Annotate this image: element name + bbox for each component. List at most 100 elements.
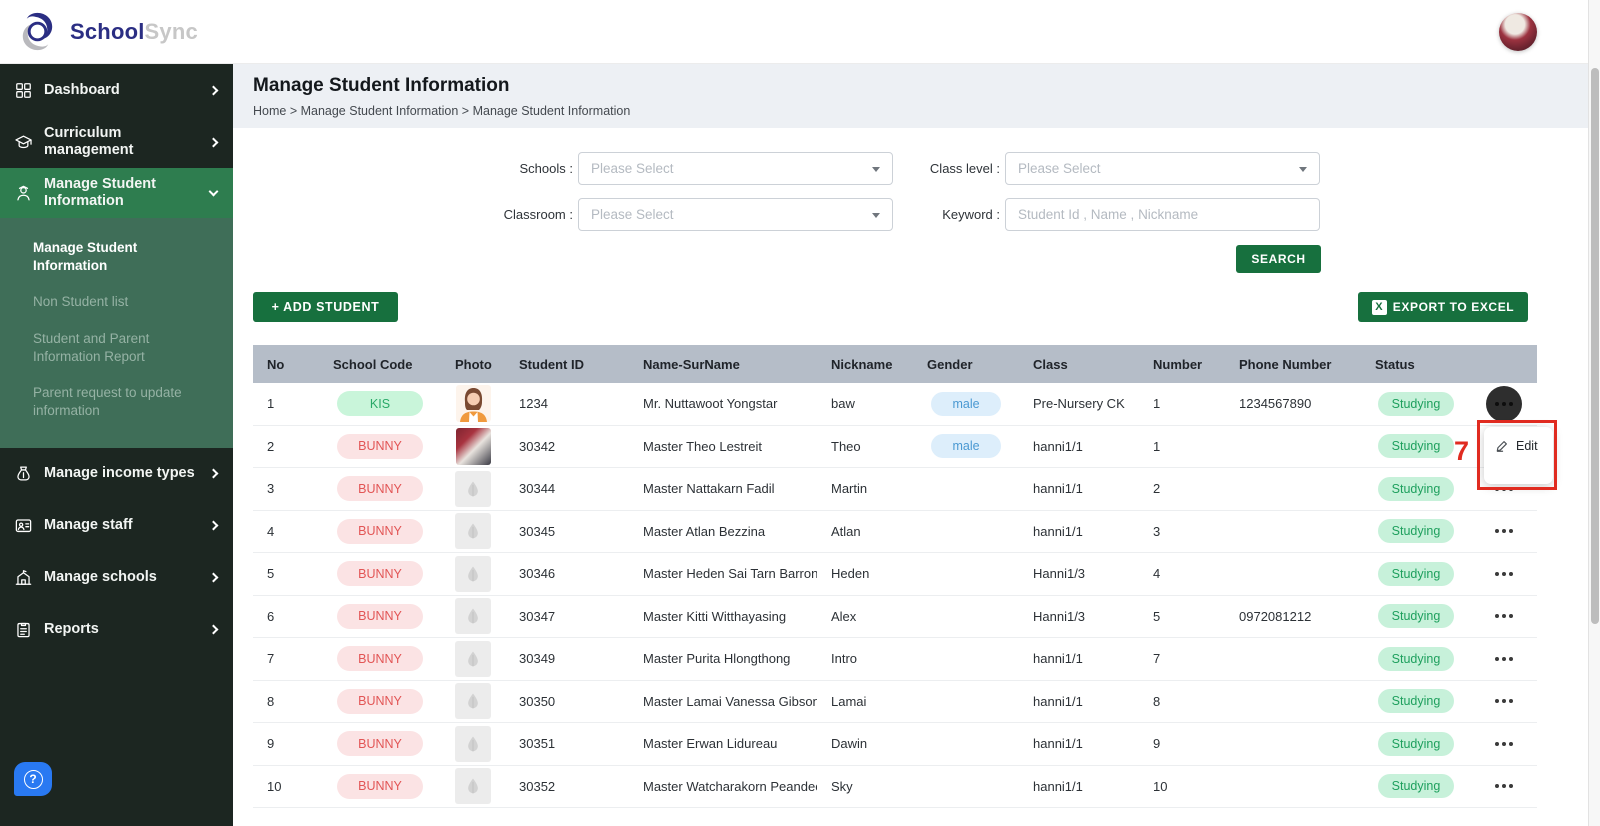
header-no: No	[267, 356, 285, 372]
chevron-icon	[208, 624, 219, 635]
cell-student-id: 30349	[519, 651, 556, 667]
row-actions-button[interactable]	[1491, 778, 1517, 794]
header-phone-number: Phone Number	[1239, 356, 1332, 372]
cell-photo	[441, 555, 505, 592]
row-actions-button[interactable]	[1486, 385, 1522, 422]
header-school-code: School Code	[333, 356, 413, 372]
row-actions-button[interactable]	[1491, 566, 1517, 582]
schools-select-value: Please Select	[591, 161, 674, 176]
cell-actions	[1471, 736, 1537, 752]
status-badge: Studying	[1377, 774, 1455, 799]
cell-status: Studying	[1361, 391, 1471, 416]
logo-wordmark: SchoolSync	[70, 19, 198, 45]
photo-placeholder	[455, 640, 491, 677]
cell-no: 6	[267, 608, 275, 624]
class-level-select[interactable]: Please Select	[1005, 152, 1320, 185]
cell-number: 1	[1153, 396, 1161, 412]
row-actions-button[interactable]	[1491, 651, 1517, 667]
cell-school-code: BUNNY	[319, 433, 441, 459]
schools-label: Schools :	[519, 161, 573, 176]
cell-class: hanni1/1	[1033, 523, 1083, 539]
table-row: 10 BUNNY 30352 Master Watcharakorn Peand…	[253, 765, 1537, 808]
sidebar-item-label: Manage income types	[44, 465, 195, 482]
submenu-item-manage-student-information[interactable]: Manage Student Information	[0, 230, 233, 284]
school-code-badge: KIS	[337, 391, 423, 417]
row-actions-button[interactable]	[1491, 523, 1517, 539]
sidebar-item-manage-schools[interactable]: Manage schools	[0, 552, 233, 604]
row-actions-button[interactable]	[1491, 693, 1517, 709]
help-button[interactable]: ?	[14, 762, 52, 796]
cell-school-code: BUNNY	[319, 476, 441, 502]
keyword-input[interactable]	[1005, 198, 1320, 231]
submenu-item-non-student-list[interactable]: Non Student list	[0, 284, 233, 320]
cell-class: hanni1/1	[1033, 481, 1083, 497]
cell-actions	[1471, 608, 1537, 624]
cell-phone-number: 1234567890	[1239, 396, 1312, 412]
row-actions-button[interactable]	[1491, 608, 1517, 624]
cell-nickname: Martin	[831, 481, 868, 497]
cell-status: Studying	[1361, 604, 1471, 629]
cell-class: hanni1/1	[1033, 778, 1083, 794]
schools-select[interactable]: Please Select	[578, 152, 893, 185]
cell-name-surname: Master Watcharakorn Peandee	[643, 778, 817, 794]
sidebar-item-label: Manage schools	[44, 569, 157, 586]
page-title: Manage Student Information	[253, 75, 510, 96]
sidebar-item-manage-student-information[interactable]: Manage Student Information	[0, 168, 233, 218]
cell-student-id: 30345	[519, 523, 556, 539]
sidebar-item-label: Curriculum management	[44, 125, 134, 158]
status-badge: Studying	[1377, 604, 1455, 629]
app-logo[interactable]: SchoolSync	[14, 8, 198, 55]
status-badge: Studying	[1377, 561, 1455, 586]
search-button[interactable]: SEARCH	[1236, 245, 1321, 273]
add-student-button[interactable]: + ADD STUDENT	[253, 292, 398, 322]
cell-nickname: Dawin	[831, 736, 868, 752]
table-row: 4 BUNNY 30345 Master Atlan Bezzina Atlan…	[253, 510, 1537, 553]
cell-status: Studying	[1361, 689, 1471, 714]
chevron-icon	[208, 520, 219, 531]
cell-photo	[441, 683, 505, 720]
reports-icon	[13, 620, 33, 640]
sidebar-nav: Dashboard Curriculum management Manage S…	[0, 64, 233, 656]
cell-nickname: Lamai	[831, 693, 867, 709]
cell-nickname: Theo	[831, 438, 861, 454]
classroom-select-value: Please Select	[591, 207, 674, 222]
sidebar-item-label: Reports	[44, 621, 99, 638]
classroom-select[interactable]: Please Select	[578, 198, 893, 231]
sidebar-item-manage-staff[interactable]: Manage staff	[0, 500, 233, 552]
student-info-icon	[13, 183, 33, 203]
row-actions-button[interactable]	[1491, 736, 1517, 752]
cell-nickname: baw	[831, 396, 855, 412]
table-row: 3 BUNNY 30344 Master Nattakarn Fadil Mar…	[253, 468, 1537, 511]
sidebar: Dashboard Curriculum management Manage S…	[0, 64, 233, 826]
student-photo	[455, 427, 491, 465]
photo-placeholder	[455, 768, 491, 805]
cell-name-surname: Master Heden Sai Tarn Barron	[643, 566, 817, 582]
gender-badge: male	[931, 434, 1001, 459]
status-badge: Studying	[1377, 731, 1455, 756]
user-avatar[interactable]	[1499, 13, 1537, 51]
table-row: 7 BUNNY 30349 Master Purita Hlongthong I…	[253, 638, 1537, 681]
cell-school-code: BUNNY	[319, 688, 441, 714]
sidebar-item-label: Dashboard	[44, 81, 120, 98]
status-badge: Studying	[1377, 434, 1455, 459]
scrollbar-thumb[interactable]	[1591, 68, 1599, 624]
header-student-id: Student ID	[519, 356, 584, 372]
student-photo	[455, 385, 491, 423]
cell-photo	[441, 640, 505, 677]
submenu-item-parent-request-to-update-information[interactable]: Parent request to update information	[0, 375, 233, 429]
sidebar-item-manage-income-types[interactable]: Manage income types	[0, 448, 233, 500]
sidebar-item-reports[interactable]: Reports	[0, 604, 233, 656]
cell-name-surname: Mr. Nuttawoot Yongstar	[643, 396, 778, 412]
sidebar-item-label: Manage Student Information	[44, 176, 156, 209]
caret-down-icon	[1299, 167, 1307, 172]
cell-name-surname: Master Purita Hlongthong	[643, 651, 791, 667]
photo-placeholder	[455, 555, 491, 592]
export-to-excel-button[interactable]: X EXPORT TO EXCEL	[1358, 292, 1528, 322]
sidebar-item-dashboard[interactable]: Dashboard	[0, 64, 233, 116]
annotation-highlight-box	[1477, 420, 1557, 490]
submenu-item-student-and-parent-information-report[interactable]: Student and Parent Information Report	[0, 321, 233, 375]
status-badge: Studying	[1377, 646, 1455, 671]
cell-no: 10	[267, 778, 282, 794]
sidebar-item-curriculum-management[interactable]: Curriculum management	[0, 116, 233, 168]
chevron-icon	[208, 572, 219, 583]
